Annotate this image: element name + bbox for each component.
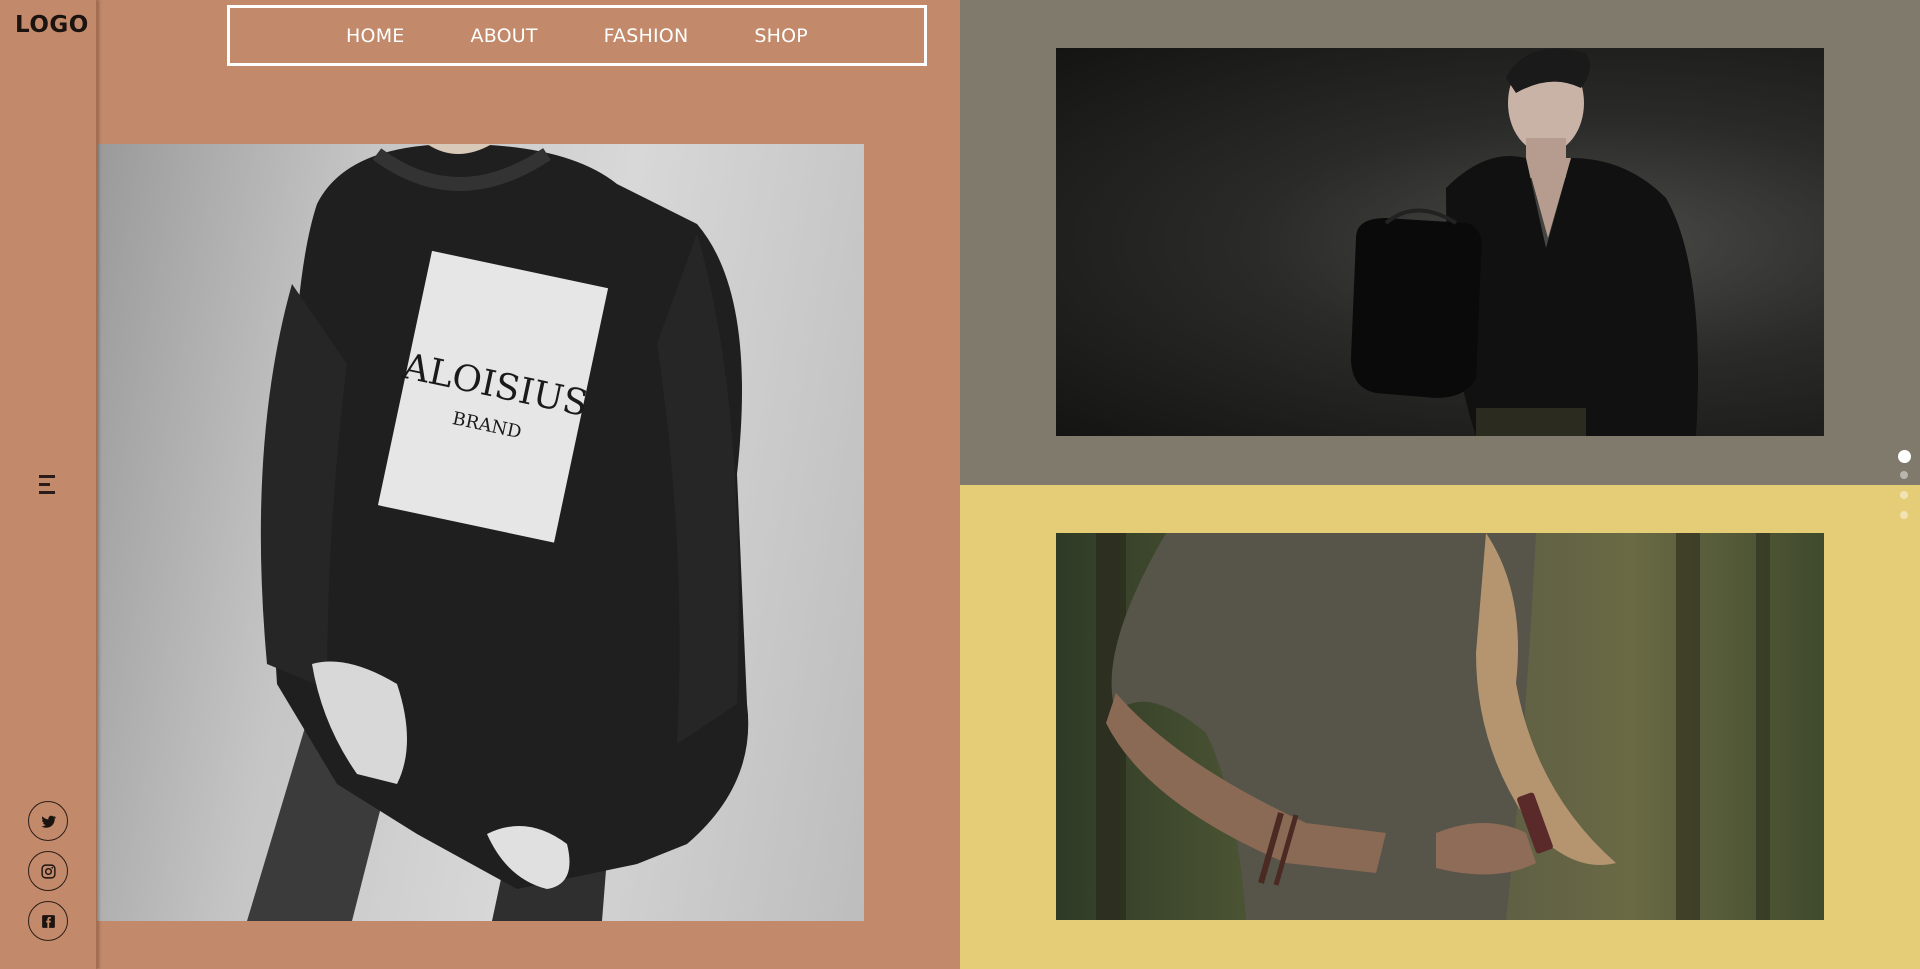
hamburger-menu-icon[interactable]: [39, 475, 59, 495]
slider-dot-2[interactable]: [1900, 471, 1908, 479]
logo[interactable]: LOGO: [15, 12, 89, 38]
slider-pagination: [1896, 450, 1912, 531]
nav-shop[interactable]: SHOP: [721, 25, 841, 47]
instagram-button[interactable]: [28, 851, 68, 891]
man-illustration: [1351, 48, 1698, 436]
nav-fashion[interactable]: FASHION: [571, 25, 722, 47]
slider-dot-1[interactable]: [1897, 450, 1911, 463]
slider-dot-3[interactable]: [1900, 491, 1908, 499]
main-nav: HOME ABOUT FASHION SHOP: [227, 5, 927, 66]
sweatshirt-illustration: ALOISIUS BRAND: [247, 144, 749, 921]
nav-home[interactable]: HOME: [313, 25, 437, 47]
woman-in-forest-photo: [1056, 533, 1824, 920]
slider-dot-4[interactable]: [1900, 511, 1908, 519]
twitter-icon: [40, 815, 56, 828]
woman-illustration: [1096, 533, 1770, 920]
nav-about[interactable]: ABOUT: [438, 25, 571, 47]
facebook-icon: [41, 914, 55, 928]
hero-fashion-photo: ALOISIUS BRAND: [97, 144, 864, 921]
sidebar: LOGO: [0, 0, 97, 969]
twitter-button[interactable]: [28, 801, 68, 841]
man-in-sweater-photo: [1056, 48, 1824, 436]
instagram-icon: [40, 863, 56, 879]
facebook-button[interactable]: [28, 901, 68, 941]
